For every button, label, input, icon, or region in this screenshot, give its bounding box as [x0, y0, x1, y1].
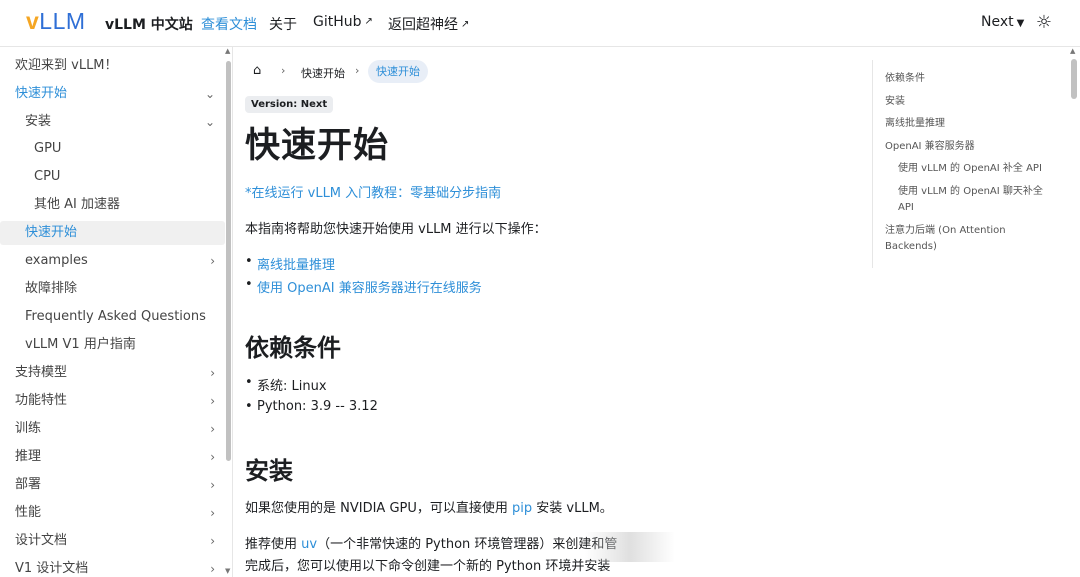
- sidebar-item-welcome[interactable]: 欢迎来到 vLLM！: [0, 54, 225, 78]
- sidebar-item-training[interactable]: 训练 ›: [0, 417, 225, 441]
- sidebar-item-features[interactable]: 功能特性 ›: [0, 389, 225, 413]
- sidebar-scrollbar[interactable]: ▲ ▼: [225, 47, 231, 575]
- page-scrollbar-thumb[interactable]: [1071, 59, 1077, 99]
- version-badge: Version: Next: [245, 96, 334, 113]
- site-title[interactable]: vLLM 中文站: [105, 14, 193, 34]
- sidebar-item-v1-guide[interactable]: vLLM V1 用户指南: [0, 333, 225, 357]
- home-icon[interactable]: ⌂: [253, 63, 261, 78]
- chevron-right-icon[interactable]: ›: [210, 501, 215, 525]
- sidebar-item-other-accelerators[interactable]: 其他 AI 加速器: [0, 193, 225, 217]
- nav-github-link[interactable]: GitHub ↗: [313, 14, 373, 30]
- chevron-right-icon[interactable]: ›: [210, 473, 215, 497]
- sidebar-item-gpu[interactable]: GPU: [0, 137, 225, 161]
- breadcrumb-item-quickstart[interactable]: 快速开始: [301, 65, 345, 81]
- version-dropdown[interactable]: Next ▼: [981, 14, 1024, 30]
- tutorial-link[interactable]: *在线运行 vLLM 入门教程：零基础分步指南: [245, 182, 501, 201]
- install-paragraph-3: 完成后，您可以使用以下命令创建一个新的 Python 环境并安装: [245, 559, 611, 574]
- link-offline-batch[interactable]: 离线批量推理: [245, 254, 335, 273]
- sidebar-item-quickstart-group[interactable]: 快速开始 ⌄: [0, 82, 225, 106]
- heading-prerequisites: 依赖条件: [245, 334, 341, 362]
- sidebar-scrollbar-thumb[interactable]: [226, 61, 231, 461]
- chevron-right-icon[interactable]: ›: [210, 389, 215, 413]
- sidebar: 欢迎来到 vLLM！ 快速开始 ⌄ 安装 ⌄ GPU CPU 其他 AI 加速器 快…: [0, 47, 233, 577]
- install-paragraph-2: 推荐使用 uv（一个非常快速的 Python 环境管理器）来创建和管: [245, 537, 618, 552]
- uv-link[interactable]: uv: [301, 537, 317, 552]
- heading-installation: 安装: [245, 457, 293, 485]
- toc-item-openai-server[interactable]: OpenAI 兼容服务器: [885, 139, 975, 155]
- pip-link[interactable]: pip: [512, 501, 532, 516]
- toc-item-chat-api-cont[interactable]: API: [898, 200, 914, 216]
- nav-about-link[interactable]: 关于: [269, 14, 297, 34]
- install-paragraph-1: 如果您使用的是 NVIDIA GPU，可以直接使用 pip 安装 vLLM。: [245, 501, 613, 516]
- link-online-serving[interactable]: 使用 OpenAI 兼容服务器进行在线服务: [245, 277, 482, 296]
- sidebar-item-examples[interactable]: examples ›: [0, 249, 225, 273]
- chevron-right-icon[interactable]: ›: [210, 361, 215, 385]
- vllm-logo[interactable]: vLLM: [26, 8, 86, 35]
- external-link-icon: ↗: [461, 19, 470, 30]
- caret-down-icon: ▼: [1016, 18, 1025, 29]
- page-title: 快速开始: [245, 126, 390, 166]
- nav-docs-link[interactable]: 查看文档: [201, 14, 257, 34]
- chevron-right-icon[interactable]: ›: [210, 445, 215, 469]
- sidebar-item-troubleshooting[interactable]: 故障排除: [0, 277, 225, 301]
- sidebar-item-quickstart[interactable]: 快速开始: [0, 221, 225, 245]
- scroll-up-icon[interactable]: ▲: [225, 47, 230, 55]
- scroll-down-icon[interactable]: ▼: [225, 567, 230, 575]
- toc-item-installation[interactable]: 安装: [885, 94, 905, 110]
- sidebar-item-v1-design-docs[interactable]: V1 设计文档 ›: [0, 557, 225, 577]
- breadcrumb-item-current: 快速开始: [368, 60, 428, 83]
- chevron-right-icon: ›: [281, 64, 286, 77]
- sidebar-item-design-docs[interactable]: 设计文档 ›: [0, 529, 225, 553]
- toc-item-attention-backends-cont[interactable]: Backends): [885, 239, 937, 255]
- chevron-down-icon[interactable]: ⌄: [205, 110, 215, 134]
- chevron-right-icon[interactable]: ›: [210, 529, 215, 553]
- chevron-right-icon[interactable]: ›: [210, 557, 215, 577]
- scroll-up-icon[interactable]: ▲: [1070, 47, 1075, 55]
- toc-item-offline-batch[interactable]: 离线批量推理: [885, 116, 945, 132]
- sidebar-item-performance[interactable]: 性能 ›: [0, 501, 225, 525]
- top-navbar: vLLM vLLM 中文站 查看文档 关于 GitHub ↗ 返回超神经 ↗ Nex…: [0, 0, 1080, 47]
- sidebar-item-cpu[interactable]: CPU: [0, 165, 225, 189]
- sidebar-item-install[interactable]: 安装 ⌄: [0, 110, 225, 134]
- list-item: Python: 3.9 -- 3.12: [245, 399, 378, 414]
- external-link-icon: ↗: [364, 16, 373, 27]
- list-item: 系统: Linux: [245, 375, 326, 394]
- text-fade-overlay: [585, 532, 675, 562]
- intro-text: 本指南将帮助您快速开始使用 vLLM 进行以下操作：: [245, 222, 547, 237]
- page-scrollbar[interactable]: ▲: [1069, 47, 1080, 577]
- sun-icon[interactable]: ☼: [1034, 13, 1054, 33]
- toc-item-prerequisites[interactable]: 依赖条件: [885, 71, 925, 87]
- main-content: ⌂ › 快速开始 › 快速开始 Version: Next 快速开始 *在线运行…: [245, 47, 865, 577]
- chevron-right-icon: ›: [355, 64, 360, 77]
- table-of-contents: 依赖条件 安装 离线批量推理 OpenAI 兼容服务器 使用 vLLM 的 Op…: [872, 60, 1052, 268]
- sidebar-item-models[interactable]: 支持模型 ›: [0, 361, 225, 385]
- toc-item-chat-api[interactable]: 使用 vLLM 的 OpenAI 聊天补全: [898, 184, 1043, 200]
- sidebar-item-inference[interactable]: 推理 ›: [0, 445, 225, 469]
- sidebar-item-deployment[interactable]: 部署 ›: [0, 473, 225, 497]
- sidebar-item-faq[interactable]: Frequently Asked Questions: [0, 305, 225, 329]
- toc-item-attention-backends[interactable]: 注意力后端 (On Attention: [885, 223, 1006, 239]
- toc-item-completions-api[interactable]: 使用 vLLM 的 OpenAI 补全 API: [898, 161, 1042, 177]
- chevron-right-icon[interactable]: ›: [210, 417, 215, 441]
- chevron-right-icon[interactable]: ›: [210, 249, 215, 273]
- chevron-down-icon[interactable]: ⌄: [205, 82, 215, 106]
- nav-back-link[interactable]: 返回超神经 ↗: [388, 14, 469, 34]
